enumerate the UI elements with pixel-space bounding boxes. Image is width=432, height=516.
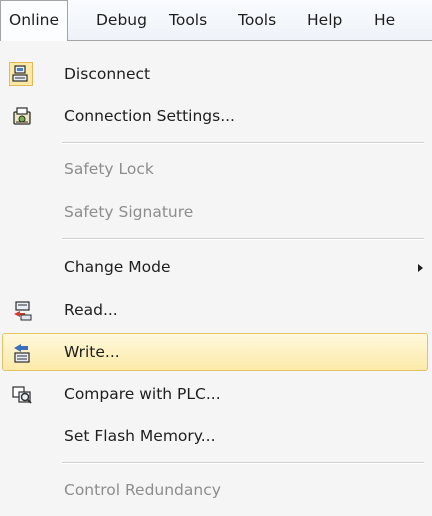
- menu-item-read[interactable]: Read...: [2, 291, 428, 329]
- menu-item-label: Safety Signature: [64, 203, 194, 221]
- menu-online[interactable]: Online: [0, 0, 68, 41]
- menu-item-set-flash-memory[interactable]: Set Flash Memory...: [2, 417, 428, 455]
- menu-item-compare-with-plc[interactable]: Compare with PLC...: [2, 375, 428, 413]
- menu-item-label: Safety Lock: [64, 160, 154, 178]
- menu-item-label: Disconnect: [64, 65, 151, 83]
- disconnect-icon: [9, 62, 33, 86]
- submenu-arrow-icon: [418, 264, 423, 272]
- menu-item-change-mode[interactable]: Change Mode: [2, 248, 428, 286]
- menu-item-label: Connection Settings...: [64, 107, 235, 125]
- menu-separator: [62, 462, 424, 464]
- online-dropdown-menu: Disconnect Connection Settings... Safety…: [0, 40, 432, 516]
- menu-item-label: Write...: [64, 343, 120, 361]
- write-to-plc-icon: [11, 342, 33, 364]
- menu-separator: [62, 238, 424, 240]
- read-from-plc-icon: [11, 300, 33, 322]
- menu-item-safety-lock: Safety Lock: [2, 150, 428, 188]
- compare-with-plc-icon: [11, 384, 33, 406]
- menu-item-write[interactable]: Write...: [2, 333, 428, 371]
- menu-item-label: Change Mode: [64, 258, 171, 276]
- menu-item-label: Set Flash Memory...: [64, 427, 216, 445]
- menu-item-disconnect[interactable]: Disconnect: [2, 55, 428, 93]
- menu-separator: [62, 142, 424, 144]
- connection-settings-icon: [11, 106, 33, 128]
- menu-item-safety-signature: Safety Signature: [2, 193, 428, 231]
- menu-item-label: Read...: [64, 301, 118, 319]
- menu-item-label: Control Redundancy: [64, 481, 221, 499]
- menu-item-connection-settings[interactable]: Connection Settings...: [2, 97, 428, 135]
- menu-bar: Online Debug Tools Tools Help He: [0, 0, 432, 41]
- menu-help-2[interactable]: He: [366, 0, 403, 41]
- menu-tools-2[interactable]: Tools: [230, 0, 284, 41]
- menu-help[interactable]: Help: [299, 0, 350, 41]
- menu-debug[interactable]: Debug: [88, 0, 155, 41]
- menu-item-label: Compare with PLC...: [64, 385, 221, 403]
- menu-tools[interactable]: Tools: [161, 0, 215, 41]
- menu-item-control-redundancy: Control Redundancy: [2, 471, 428, 509]
